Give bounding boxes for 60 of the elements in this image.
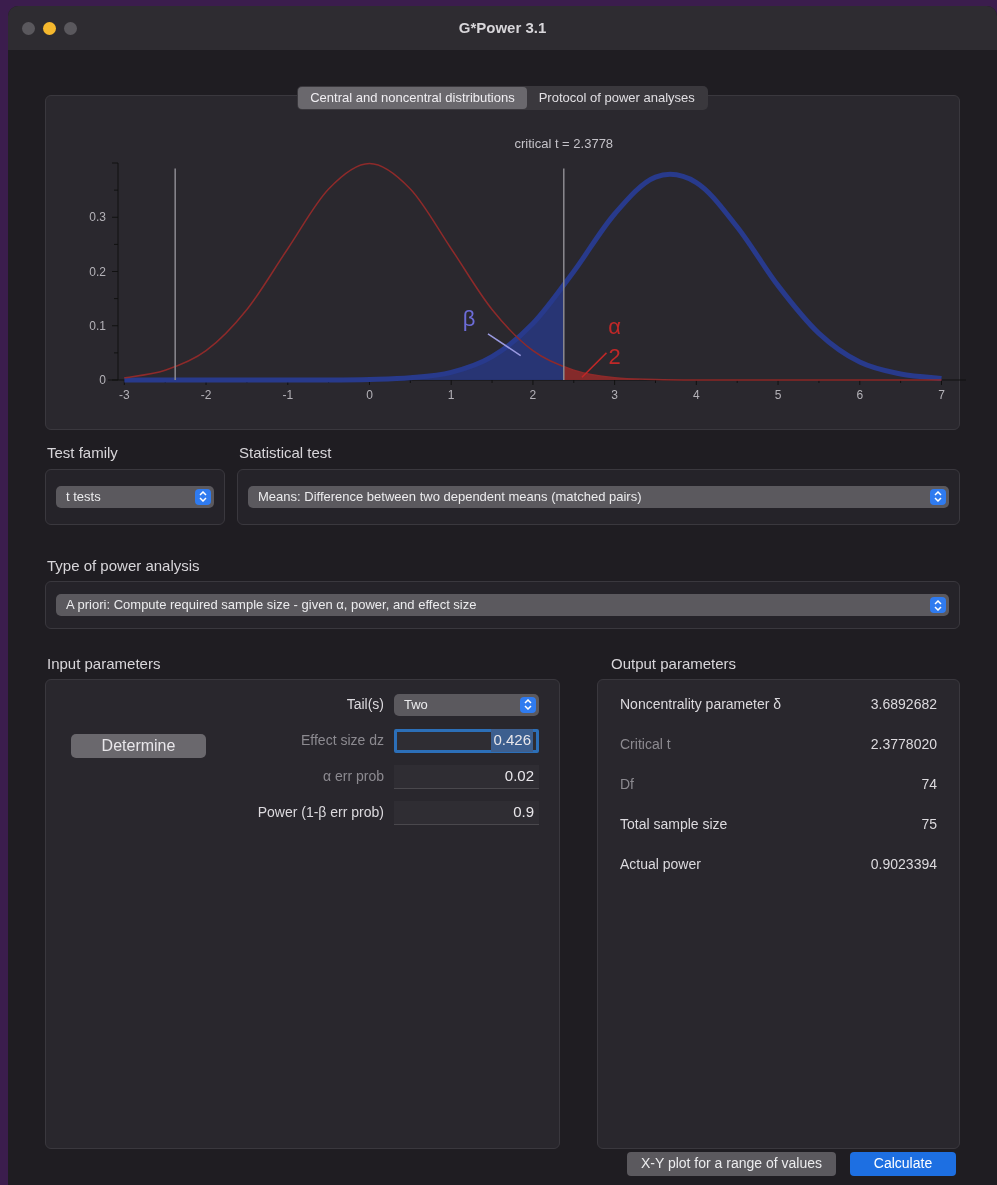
output-label: Noncentrality parameter δ xyxy=(620,695,782,714)
plot-button[interactable]: X-Y plot for a range of values xyxy=(626,1151,836,1176)
tick-label: 0 xyxy=(99,373,106,387)
tab[interactable]: Central and noncentral distributions xyxy=(298,87,527,109)
dropdown[interactable]: Means: Difference between two dependent means (matched pairs) xyxy=(248,485,949,508)
section-label: Type of power analysis xyxy=(47,555,201,576)
section-label: Input parameters xyxy=(47,654,162,674)
output-label: Actual power xyxy=(620,855,701,874)
tick-label: 7 xyxy=(938,388,945,402)
output-value: 3.6892682 xyxy=(870,695,937,714)
dropdown[interactable]: Two xyxy=(394,693,539,716)
field-label: Power (1-β err prob) xyxy=(257,803,384,822)
output-value: 2.3778020 xyxy=(870,735,937,754)
output-label: Critical t xyxy=(620,735,671,754)
section-label: Statistical test xyxy=(239,443,333,463)
output-value: 75 xyxy=(921,815,937,834)
tick-label: -2 xyxy=(200,388,212,402)
tick-label: 2 xyxy=(529,388,537,402)
tick-label: -3 xyxy=(119,388,130,402)
chart-annotation: β xyxy=(462,305,476,331)
tick-label: 0.1 xyxy=(89,318,106,333)
chart-annotation: α xyxy=(608,313,621,339)
input-field[interactable]: 0.02 xyxy=(394,764,539,789)
tick-label: 1 xyxy=(447,388,455,402)
input-field[interactable]: 0.9 xyxy=(394,800,539,825)
tick-label: 0.3 xyxy=(89,210,106,225)
field-label: α err prob xyxy=(323,767,384,786)
window-control-icon[interactable] xyxy=(64,21,77,35)
dropdown[interactable]: A priori: Compute required sample size - given α, power, and effect size xyxy=(56,594,949,616)
section-label: Test family xyxy=(47,443,119,463)
output-value: 74 xyxy=(921,775,937,794)
minimize-icon[interactable] xyxy=(43,21,56,35)
leader-line xyxy=(581,352,608,379)
field-label: Effect size dz xyxy=(301,731,384,750)
dropdown[interactable]: t tests xyxy=(56,485,214,508)
tab[interactable]: Protocol of power analyses xyxy=(526,87,707,109)
tick-label: -1 xyxy=(282,388,294,402)
tick-label: 0.2 xyxy=(89,264,106,279)
dropdown-arrows-icon xyxy=(520,696,536,713)
output-label: Df xyxy=(620,775,634,794)
tick-label: 4 xyxy=(693,388,700,402)
tick-label: 0 xyxy=(366,388,373,402)
chart-title: critical t = 2.3778 xyxy=(514,136,614,151)
tick-label: 5 xyxy=(774,388,782,402)
field-label: Tail(s) xyxy=(346,695,384,714)
chart-annotation: 2 xyxy=(608,343,621,369)
output-label: Total sample size xyxy=(620,815,728,834)
tick-label: 3 xyxy=(611,388,618,402)
window-control-icon[interactable] xyxy=(22,21,35,35)
dropdown-arrows-icon xyxy=(195,488,211,505)
determine-button[interactable]: Determine xyxy=(71,733,206,758)
leader-line xyxy=(487,333,522,357)
section-label: Output parameters xyxy=(611,654,738,674)
calculate-button[interactable]: Calculate xyxy=(850,1151,956,1176)
dropdown-arrows-icon xyxy=(930,597,946,613)
dropdown-arrows-icon xyxy=(930,488,946,505)
window-title: G*Power 3.1 xyxy=(458,17,547,38)
input-field[interactable]: 0.426 xyxy=(394,728,539,753)
output-value: 0.9023394 xyxy=(870,855,937,874)
tick-label: 6 xyxy=(856,388,864,402)
